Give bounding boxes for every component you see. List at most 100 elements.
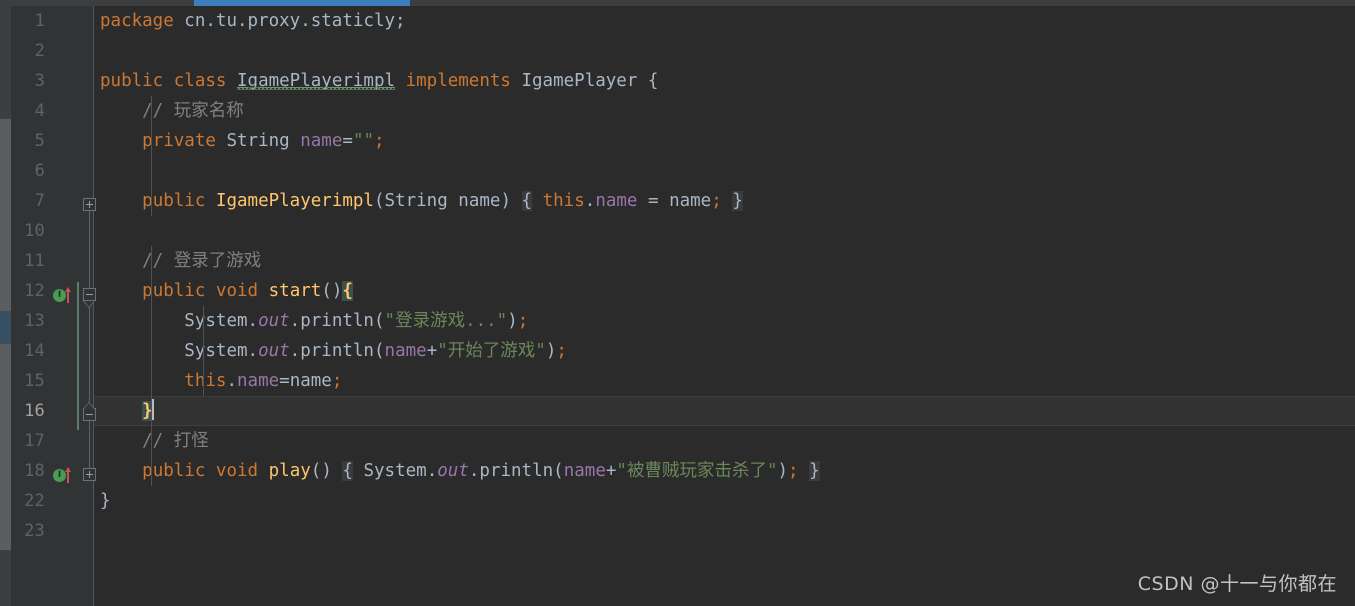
token-string-empty: "" [352,131,375,151]
line-number: 4 [34,101,45,121]
token-keyword-public: public [100,71,164,91]
active-tab-underline [194,0,410,6]
gutter-row[interactable]: 15 [11,366,94,396]
token-keyword-class: class [173,71,227,91]
token-field-name: name [595,191,638,211]
code-line-6[interactable] [94,156,1355,186]
editor-gutter[interactable]: I I 1 2 3 4 5 6 7 10 11 12 13 14 15 16 1… [11,6,96,606]
token-comment-player-name: // 玩家名称 [100,101,244,121]
fold-region-end-arrow [83,402,96,409]
token-interface-name: IgamePlayer { [510,71,659,91]
code-line-10[interactable] [94,216,1355,246]
token-folded-brace-close[interactable]: } [732,191,743,211]
code-line-17[interactable]: // 打怪 [94,426,1355,456]
line-number: 16 [24,401,45,421]
fold-guide-line-bottom [89,415,90,475]
gutter-row[interactable]: 12 [11,276,94,306]
code-line-1[interactable]: package cn.tu.proxy.staticly; [94,6,1355,36]
gutter-row[interactable]: 17 [11,426,94,456]
gutter-row[interactable]: 22 [11,486,94,516]
fold-marker-line-18[interactable] [83,468,96,481]
fold-guide-line-method [89,295,90,415]
token-matching-brace-open[interactable]: { [342,281,353,301]
token-keyword-void: void [215,461,259,481]
token-package-name: cn.tu.proxy.staticly; [173,11,406,31]
gutter-row[interactable]: 10 [11,216,94,246]
indent-guide [203,306,204,396]
token-constructor-name: IgamePlayerimpl [215,191,374,211]
token-field-name: name [384,341,427,361]
fold-marker-line-12[interactable] [83,288,96,301]
fold-marker-line-7[interactable] [83,198,96,211]
line-number: 23 [24,521,45,541]
token-keyword-void: void [215,281,259,301]
token-folded-brace-close[interactable]: } [809,461,820,481]
line-number: 3 [34,71,45,91]
code-line-3[interactable]: public class IgamePlayerimpl implements … [94,66,1355,96]
fold-plus-glyph [89,201,90,208]
line-number: 7 [34,191,45,211]
token-type-string: String [384,191,448,211]
gutter-row[interactable]: 1 [11,6,94,36]
line-number: 11 [24,251,45,271]
code-line-7[interactable]: public IgamePlayerimpl(String name) { th… [94,186,1355,216]
fold-marker-line-16[interactable] [83,408,96,421]
token-string-login-game: "登录游戏..." [384,311,508,331]
token-class-system: System [184,341,248,361]
code-line-15[interactable]: this.name=name; [94,366,1355,396]
gutter-row[interactable]: 7 [11,186,94,216]
gutter-row[interactable]: 3 [11,66,94,96]
token-class-system: System [184,311,248,331]
triangle-inner [84,403,94,409]
code-line-4[interactable]: // 玩家名称 [94,96,1355,126]
gutter-row[interactable]: 6 [11,156,94,186]
gutter-row[interactable]: 4 [11,96,94,126]
code-line-16[interactable]: } [94,396,1355,426]
token-keyword-implements: implements [405,71,511,91]
line-number: 2 [34,41,45,61]
token-static-field-out: out [437,461,469,481]
token-param-name: name [289,371,332,391]
gutter-row[interactable]: 23 [11,516,94,546]
gutter-row[interactable]: 13 [11,306,94,336]
line-number: 15 [24,371,45,391]
code-line-11[interactable]: // 登录了游戏 [94,246,1355,276]
token-comment-logged-in: // 登录了游戏 [100,251,262,271]
token-method-println: println [300,341,374,361]
token-method-play: play [268,461,311,481]
code-editor-area[interactable]: package cn.tu.proxy.staticly; public cla… [94,6,1355,606]
csdn-watermark: CSDN @十一与你都在 [1137,573,1337,595]
token-folded-brace-open[interactable]: { [521,191,533,211]
code-line-13[interactable]: System.out.println("登录游戏..."); [94,306,1355,336]
gutter-row[interactable]: 18 [11,456,94,486]
token-folded-brace-open[interactable]: { [342,461,353,481]
line-number: 17 [24,431,45,451]
code-line-22[interactable]: } [94,486,1355,516]
line-number: 22 [24,491,45,511]
code-line-23[interactable] [94,516,1355,546]
line-number: 14 [24,341,45,361]
token-string-started-game: "开始了游戏" [437,341,546,361]
token-method-println: println [300,311,374,331]
left-scrollbar[interactable] [0,6,11,606]
token-method-start: start [268,281,322,301]
line-number: 5 [34,131,45,151]
code-line-14[interactable]: System.out.println(name+"开始了游戏"); [94,336,1355,366]
line-number: 12 [24,281,45,301]
code-line-5[interactable]: private String name=""; [94,126,1355,156]
gutter-row-caret[interactable]: 16 [11,396,94,426]
gutter-row[interactable]: 2 [11,36,94,66]
token-keyword-package: package [100,11,174,31]
code-line-12[interactable]: public void start(){ [94,276,1355,306]
editor-window: I I 1 2 3 4 5 6 7 10 11 12 13 14 15 16 1… [0,0,1355,606]
gutter-row[interactable]: 14 [11,336,94,366]
line-number: 13 [24,311,45,331]
fold-region-start-arrow [83,301,96,308]
token-param-name: name [669,191,712,211]
indent-guide [151,96,152,216]
gutter-row[interactable]: 5 [11,126,94,156]
code-line-2[interactable] [94,36,1355,66]
code-line-18[interactable]: public void play() { System.out.println(… [94,456,1355,486]
gutter-row[interactable]: 11 [11,246,94,276]
tab-underline-strip [0,0,1355,6]
